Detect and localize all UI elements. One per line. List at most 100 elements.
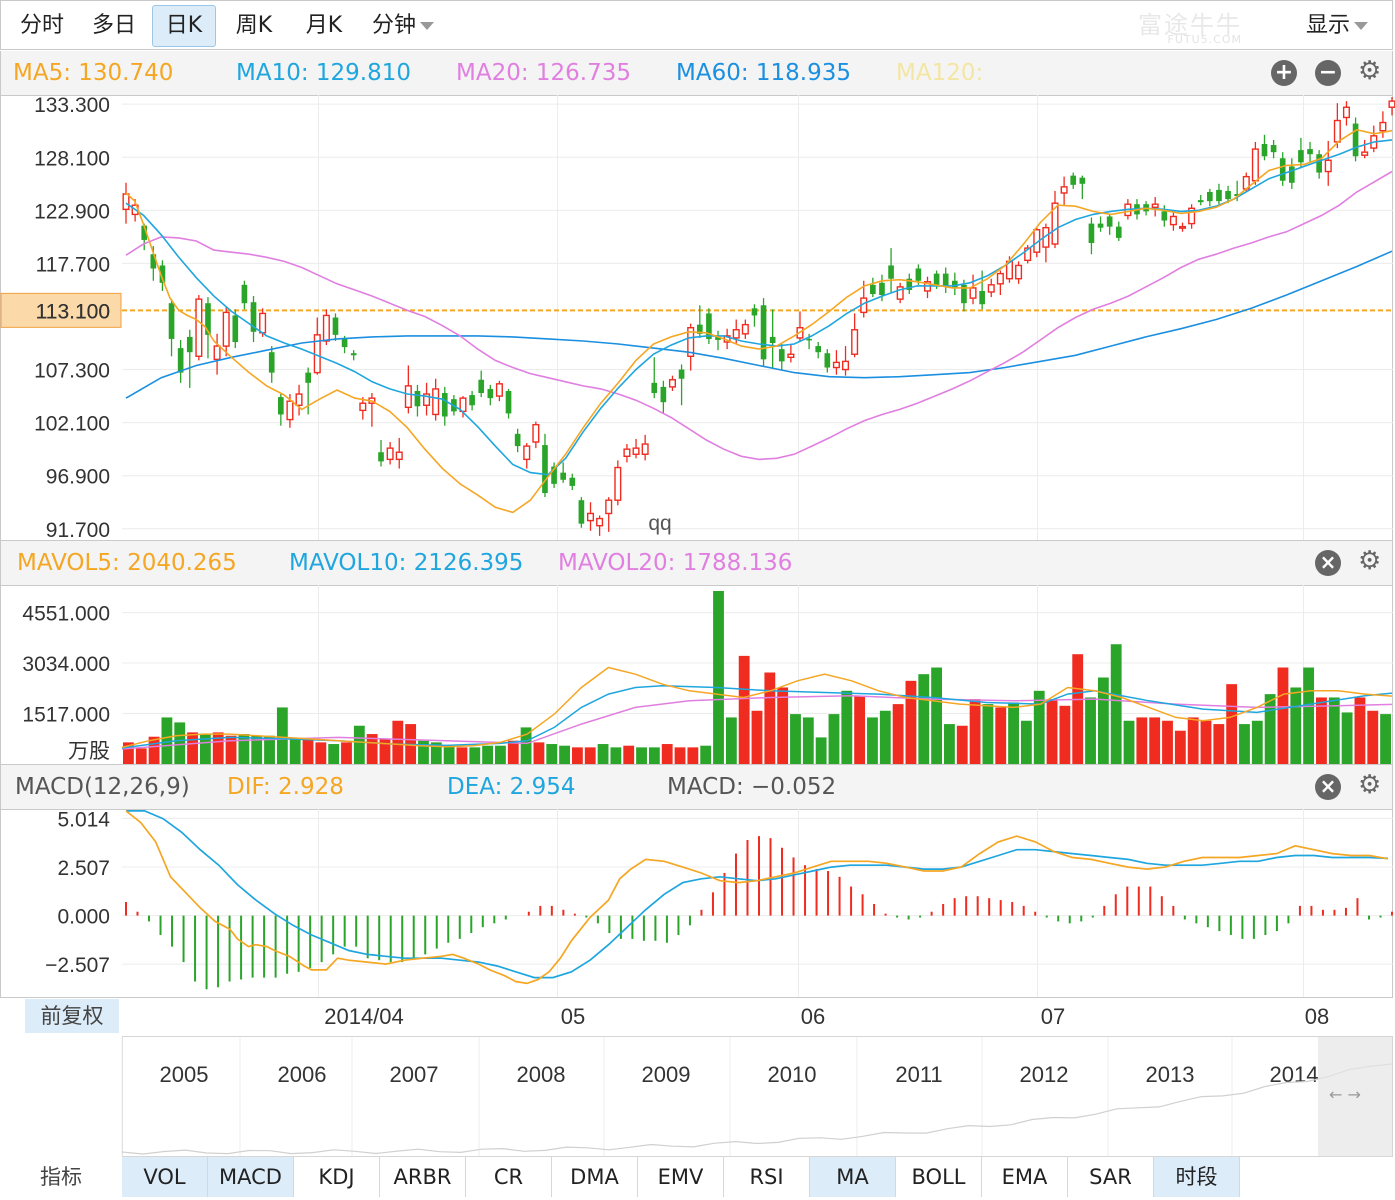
candle-down [1197, 200, 1204, 203]
candle-down [514, 433, 521, 447]
volume-bar-up [1046, 699, 1058, 764]
candle-down [1307, 149, 1313, 155]
indicator-tab-arbr[interactable]: ARBR [380, 1157, 466, 1197]
volume-bar-down [276, 707, 288, 764]
annotation-label: qq [648, 512, 671, 535]
candle-up [322, 314, 330, 342]
indicator-tab-emv[interactable]: EMV [638, 1157, 724, 1197]
candle-down [942, 273, 949, 286]
volume-bar-up [1174, 730, 1186, 764]
volume-bar-down [1264, 694, 1276, 764]
indicator-tab-sar[interactable]: SAR [1068, 1157, 1154, 1197]
stock-chart-canvas[interactable]: 113.100 qq 133.300 128.100 122.900 117.70011… [0, 0, 1395, 1200]
overview-year-label: 2010 [768, 1062, 817, 1087]
macd-frame [0, 809, 1393, 998]
candle-up [641, 443, 649, 455]
overview-navigator[interactable]: 2005 2006 2007 2008 2009 2010 2011 2012 2013 2014… [121, 1037, 1393, 1156]
indicator-tab-dma[interactable]: DMA [552, 1157, 638, 1197]
volume-bar-down [1303, 667, 1315, 764]
candle-up [586, 512, 595, 522]
volume-unit-label: 万股 [68, 739, 110, 763]
candle-down [1070, 175, 1077, 185]
volume-bar-up [764, 672, 776, 764]
indicator-tab-时段[interactable]: 时段 [1154, 1157, 1240, 1197]
candle-up [1324, 159, 1332, 173]
indicator-tab-boll[interactable]: BOLL [896, 1157, 982, 1197]
indicator-tab-macd[interactable]: MACD [208, 1157, 294, 1197]
candle-up [259, 312, 267, 334]
volume-bar-up [854, 695, 866, 764]
volume-bar-up [905, 680, 917, 764]
candle-down [1270, 145, 1277, 153]
volume-bar-down [790, 714, 801, 764]
indicator-tab-rsi[interactable]: RSI [724, 1157, 810, 1197]
candle-up [295, 393, 303, 406]
indicator-tab-cr[interactable]: CR [466, 1157, 552, 1197]
overview-year-label: 2006 [278, 1062, 327, 1087]
candle-up [1015, 264, 1023, 280]
candle-down [241, 284, 248, 304]
candle-up [404, 385, 412, 409]
candle-down [232, 315, 239, 342]
volume-bar-up [187, 732, 198, 764]
indicator-tab-ema[interactable]: EMA [982, 1157, 1068, 1197]
candle-down [177, 348, 184, 373]
candle-up [1178, 225, 1187, 229]
ma20-line [125, 170, 1393, 461]
candle-up [1342, 106, 1350, 119]
candle-up [851, 329, 859, 355]
candle-down [414, 390, 421, 407]
volume-bar-down [610, 747, 622, 764]
adjust-price-button[interactable]: 前复权 [25, 999, 119, 1033]
macd-panel [125, 810, 1393, 990]
candle-up [996, 272, 1004, 285]
volume-bar-up [1059, 705, 1071, 764]
candle-down [678, 369, 685, 379]
volume-bar-down [700, 745, 712, 764]
candle-down [979, 290, 985, 305]
volume-bar-down [828, 714, 840, 764]
volume-bar-up [687, 747, 699, 764]
overview-year-label: 2007 [390, 1062, 439, 1087]
volume-bar-down [879, 710, 891, 764]
candle-down [1225, 190, 1231, 200]
volume-bar-down [931, 667, 943, 764]
candle-down [332, 317, 339, 335]
volume-bar-up [777, 687, 789, 764]
candle-up [195, 298, 203, 357]
volume-bar-up [623, 745, 635, 764]
candle-down [870, 284, 876, 295]
chart-grid [122, 95, 1393, 997]
candle-up [787, 353, 795, 359]
volume-bar-up [1136, 717, 1148, 764]
volume-bar-down [1341, 712, 1353, 764]
candle-down [268, 352, 275, 373]
macd-tick-label: 2.507 [57, 857, 110, 880]
candle-down [1088, 223, 1095, 243]
candle-down [305, 372, 311, 383]
volume-bar-up [212, 732, 224, 764]
volume-bar-up [995, 707, 1007, 764]
candle-down [888, 265, 894, 279]
volume-bar-down [495, 745, 506, 764]
volume-bar-up [738, 655, 750, 764]
volume-bar-down [328, 744, 340, 764]
indicator-tab-kdj[interactable]: KDJ [294, 1157, 380, 1197]
candle-down [560, 472, 567, 480]
candle-down [278, 397, 284, 415]
candle-down [660, 386, 667, 403]
volume-panel [121, 591, 1393, 764]
candle-down [168, 303, 175, 339]
chart-frames [0, 95, 1393, 1157]
candle-down [1079, 177, 1086, 184]
volume-bar-down [1033, 690, 1045, 764]
overview-year-label: 2008 [517, 1062, 566, 1087]
candle-up [1060, 186, 1068, 194]
macd-tick-label: 5.014 [57, 808, 110, 831]
price-tick-label: 96.900 [46, 466, 110, 489]
indicator-tab-vol[interactable]: VOL [122, 1157, 208, 1197]
candle-up [1169, 215, 1177, 226]
indicator-tab-ma[interactable]: MA [810, 1157, 896, 1197]
candle-down [1352, 123, 1359, 157]
date-tick-label: 06 [801, 1004, 825, 1029]
